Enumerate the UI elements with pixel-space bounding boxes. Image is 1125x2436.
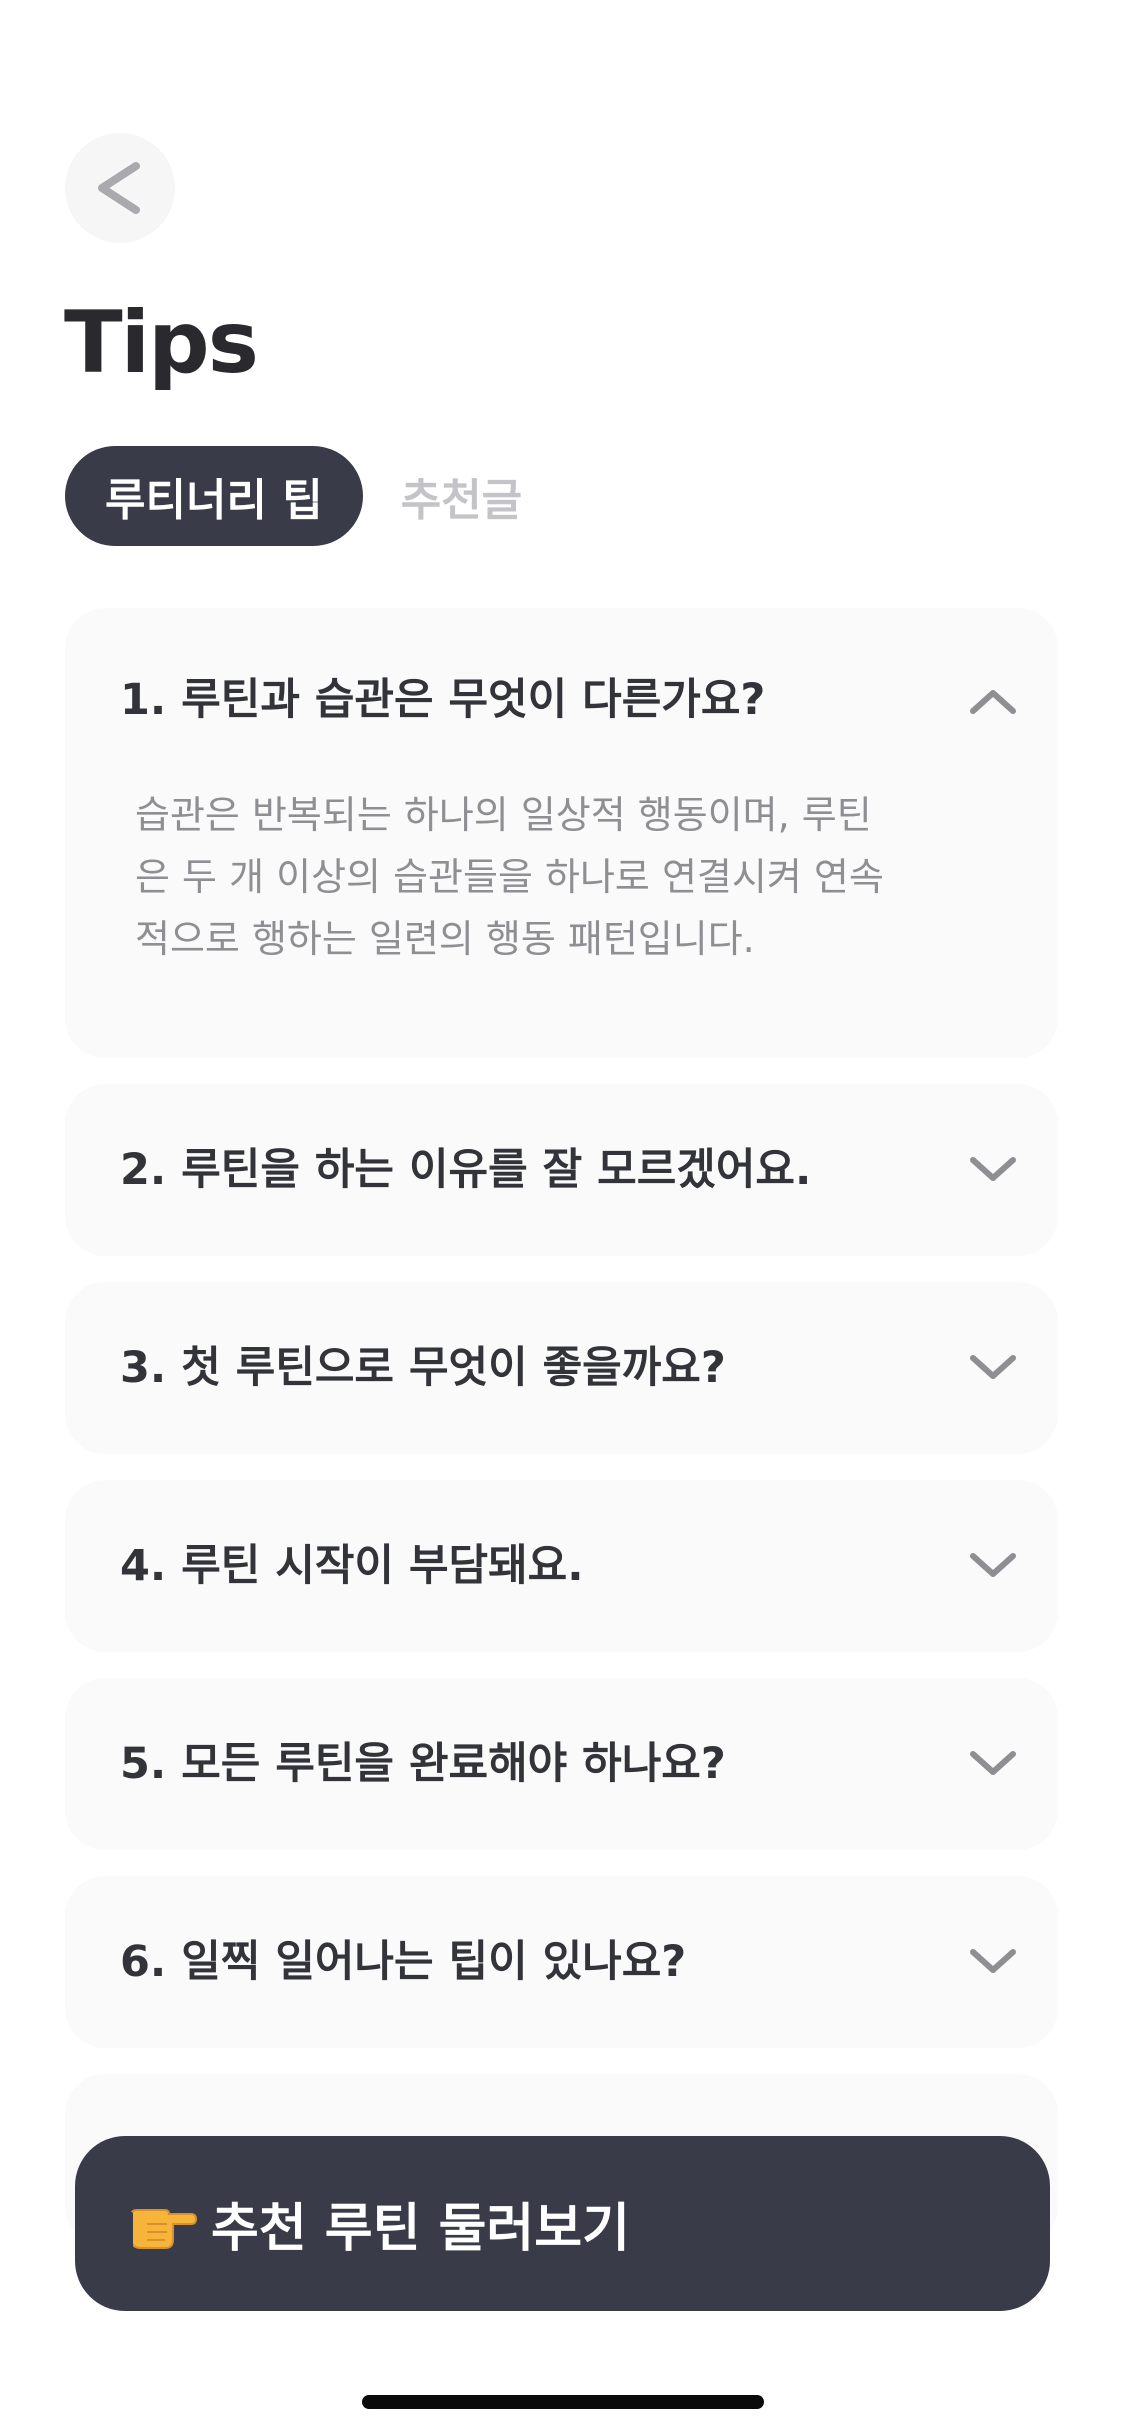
- faq-item-1[interactable]: 1. 루틴과 습관은 무엇이 다른가요? 습관은 반복되는 하나의 일상적 행동…: [65, 608, 1058, 1058]
- tab-routinery-tips[interactable]: 루티너리 팁: [65, 446, 363, 546]
- chevron-up-icon: [970, 690, 1016, 714]
- cta-label: 추천 루틴 둘러보기: [211, 2199, 630, 2259]
- faq-question: 4. 루틴 시작이 부담돼요.: [120, 1541, 584, 1591]
- tab-recommended-posts[interactable]: 추천글: [363, 446, 560, 546]
- chevron-down-icon: [970, 1553, 1016, 1577]
- chevron-down-icon: [970, 1157, 1016, 1181]
- faq-question: 1. 루틴과 습관은 무엇이 다른가요?: [120, 675, 766, 725]
- faq-answer: 습관은 반복되는 하나의 일상적 행동이며, 루틴 은 두 개 이상의 습관들을…: [135, 784, 1055, 970]
- faq-question: 5. 모든 루틴을 완료해야 하나요?: [120, 1739, 726, 1789]
- page-title: Tips: [64, 293, 259, 393]
- pointing-hand-icon: [125, 2208, 197, 2249]
- home-indicator[interactable]: [362, 2395, 764, 2409]
- faq-item-3[interactable]: 3. 첫 루틴으로 무엇이 좋을까요?: [65, 1282, 1058, 1454]
- tab-bar: 루티너리 팁 추천글: [65, 446, 560, 546]
- chevron-down-icon: [970, 1355, 1016, 1379]
- faq-answer-line: 은 두 개 이상의 습관들을 하나로 연결시켜 연속: [135, 855, 884, 899]
- faq-item-5[interactable]: 5. 모든 루틴을 완료해야 하나요?: [65, 1678, 1058, 1850]
- faq-item-4[interactable]: 4. 루틴 시작이 부담돼요.: [65, 1480, 1058, 1652]
- chevron-down-icon: [970, 1751, 1016, 1775]
- faq-item-2[interactable]: 2. 루틴을 하는 이유를 잘 모르겠어요.: [65, 1084, 1058, 1256]
- back-button[interactable]: [65, 133, 175, 243]
- faq-item-6[interactable]: 6. 일찍 일어나는 팁이 있나요?: [65, 1876, 1058, 2048]
- faq-question: 6. 일찍 일어나는 팁이 있나요?: [120, 1937, 687, 1987]
- browse-recommended-routines-button[interactable]: 추천 루틴 둘러보기: [75, 2136, 1050, 2311]
- faq-question: 3. 첫 루틴으로 무엇이 좋을까요?: [120, 1343, 726, 1393]
- chevron-left-icon: [98, 162, 140, 214]
- faq-answer-line: 적으로 행하는 일련의 행동 패턴입니다.: [135, 917, 755, 961]
- faq-answer-line: 습관은 반복되는 하나의 일상적 행동이며, 루틴: [135, 793, 872, 837]
- chevron-down-icon: [970, 1949, 1016, 1973]
- faq-question: 2. 루틴을 하는 이유를 잘 모르겠어요.: [120, 1145, 812, 1195]
